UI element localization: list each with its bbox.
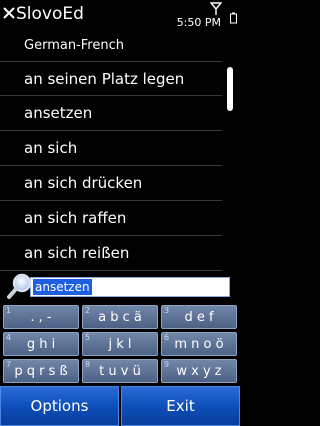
battery-icon	[230, 12, 237, 24]
key-5[interactable]: 5 j k l	[82, 332, 158, 356]
scrollbar[interactable]	[226, 60, 234, 268]
keypad: 1 . , - 2 a b c ä 3 d e f 4 g h i 5 j k …	[3, 305, 237, 384]
search-input[interactable]: ansetzen	[30, 277, 230, 297]
key-9[interactable]: 9 w x y z	[161, 359, 237, 383]
list-item[interactable]: an sich raffen	[0, 201, 222, 236]
key-label: p q r s ß	[14, 364, 68, 379]
key-label: j k l	[108, 337, 132, 352]
search-input-text: ansetzen	[33, 279, 92, 295]
key-8[interactable]: 8 t u v ü	[82, 359, 158, 383]
key-label: a b c ä	[98, 310, 142, 325]
list-item[interactable]: ansetzen	[0, 96, 222, 131]
options-softkey[interactable]: Options	[0, 386, 119, 426]
word-list: an seinen Platz legen ansetzen an sich a…	[0, 61, 222, 271]
status-bar: SlovoEd 5:50 PM	[0, 0, 240, 36]
exit-softkey[interactable]: Exit	[121, 386, 240, 426]
key-label: d e f	[184, 310, 214, 325]
key-label: . , -	[30, 310, 52, 325]
signal-icon	[210, 2, 222, 15]
key-6[interactable]: 6 m n o ö	[161, 332, 237, 356]
key-7[interactable]: 7 p q r s ß	[3, 359, 79, 383]
key-label: g h i	[26, 337, 56, 352]
key-label: t u v ü	[99, 364, 141, 379]
list-item[interactable]: an seinen Platz legen	[0, 61, 222, 96]
list-item[interactable]: an sich reißen	[0, 236, 222, 271]
key-4[interactable]: 4 g h i	[3, 332, 79, 356]
list-item[interactable]: an sich drücken	[0, 166, 222, 201]
key-label: w x y z	[176, 364, 222, 379]
scrollbar-thumb[interactable]	[227, 67, 233, 111]
app-title: SlovoEd	[16, 4, 84, 24]
dictionary-name[interactable]: German-French	[24, 38, 124, 54]
key-label: m n o ö	[174, 337, 224, 352]
search-row: ansetzen	[0, 272, 240, 304]
list-item[interactable]: an sich	[0, 131, 222, 166]
clock-time: 5:50 PM	[176, 16, 221, 29]
key-1[interactable]: 1 . , -	[3, 305, 79, 329]
magnifier-icon	[7, 273, 32, 299]
softkey-bar: Options Exit	[0, 386, 240, 426]
key-2[interactable]: 2 a b c ä	[82, 305, 158, 329]
close-icon[interactable]	[2, 6, 16, 20]
key-3[interactable]: 3 d e f	[161, 305, 237, 329]
